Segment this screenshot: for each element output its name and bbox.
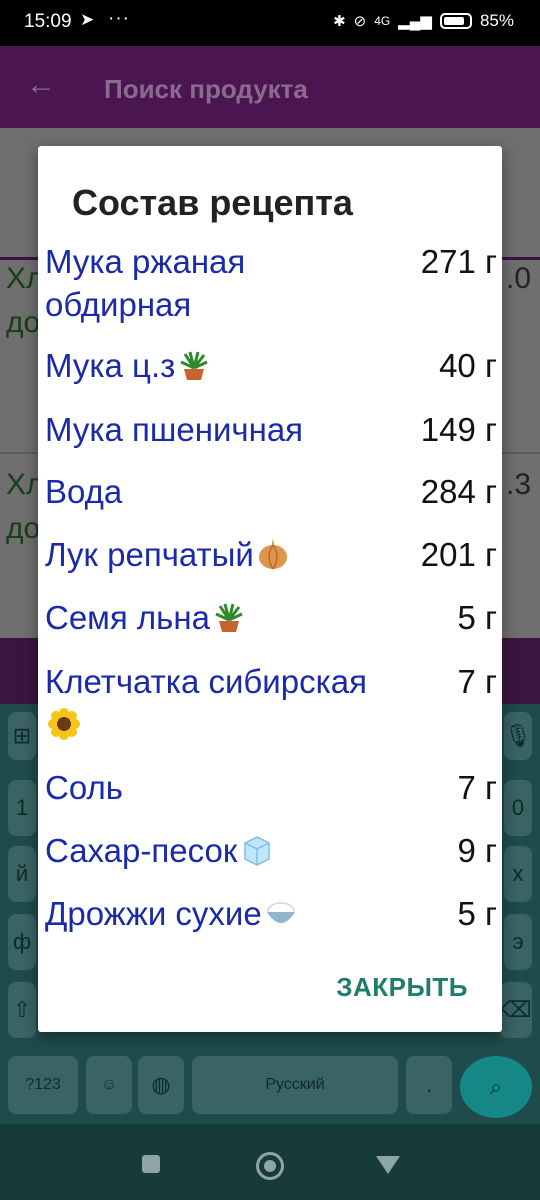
ingredient-quantity: 271 г	[420, 243, 497, 280]
ingredient-name: Мука ц.з	[45, 344, 375, 387]
back-arrow-icon[interactable]: ←	[26, 68, 56, 102]
ingredient-quantity: 7 г	[457, 663, 497, 700]
sunflower-icon	[48, 708, 80, 740]
more-notifications-icon: ···	[108, 8, 130, 29]
dialog-title: Состав рецепта	[72, 182, 353, 223]
bluetooth-icon: ✱	[333, 13, 346, 30]
result-item-value: .0	[506, 262, 532, 295]
ingredient-quantity: 5 г	[457, 599, 497, 636]
result-item-subtitle: до	[6, 512, 41, 545]
ingredient-quantity: 284 г	[420, 473, 497, 510]
ingredient-name: Семя льна	[45, 596, 375, 639]
home-icon[interactable]	[256, 1152, 284, 1180]
key[interactable]: й	[8, 846, 36, 902]
ingredient-quantity: 7 г	[457, 769, 497, 806]
onion-icon	[258, 539, 287, 570]
ingredient-quantity: 149 г	[420, 411, 497, 448]
ingredient-quantity: 40 г	[439, 347, 497, 384]
app-bar: ← Поиск продукта	[0, 46, 540, 128]
link-icon: ⊘	[353, 13, 367, 30]
result-item-value: .3	[506, 468, 532, 501]
keyboard-menu-icon[interactable]: ⊞	[8, 712, 36, 760]
ingredient-name: Мука ржаная обдирная	[45, 243, 246, 323]
globe-icon[interactable]: ◍	[138, 1056, 184, 1114]
ingredient-name: Вода	[45, 473, 123, 510]
back-icon[interactable]	[376, 1156, 400, 1174]
telegram-icon: ➤	[80, 10, 95, 29]
key[interactable]: 0	[504, 780, 532, 836]
ice-cube-icon	[244, 836, 271, 866]
potted-plant-icon	[215, 603, 243, 632]
status-time: 15:09	[24, 11, 72, 32]
potted-plant-icon	[180, 351, 208, 380]
shift-icon[interactable]: ⇧	[8, 982, 36, 1038]
rice-bowl-icon	[266, 902, 295, 923]
search-icon[interactable]: ⌕	[460, 1056, 532, 1118]
ingredient-quantity: 9 г	[457, 832, 497, 869]
ingredient-name: Дрожжи сухие	[45, 892, 375, 935]
ingredient-name: Соль	[45, 769, 123, 806]
key[interactable]: 1	[8, 780, 36, 836]
recipe-composition-dialog: Состав рецепта Мука ржаная обдирная 271 …	[38, 146, 502, 1032]
key[interactable]: х	[504, 846, 532, 902]
close-button[interactable]: ЗАКРЫТЬ	[336, 972, 468, 1003]
battery-percent: 85%	[479, 11, 514, 30]
battery-icon	[439, 13, 472, 29]
ingredient-quantity: 5 г	[457, 895, 497, 932]
page-title: Поиск продукта	[104, 74, 308, 104]
network-type: 4G	[374, 14, 391, 28]
period-key[interactable]: .	[406, 1056, 452, 1114]
backspace-icon[interactable]: ⌫	[500, 982, 532, 1038]
ingredient-name: Лук репчатый	[45, 533, 375, 576]
ingredient-name: Мука пшеничная	[45, 411, 304, 448]
ingredient-quantity: 201 г	[420, 536, 497, 573]
emoji-key[interactable]: ☺	[86, 1056, 132, 1114]
key[interactable]: э	[504, 914, 532, 970]
status-bar: 15:09 ➤ ··· ✱ ⊘ 4G ▂▄▆ 85%	[0, 0, 540, 46]
result-item-subtitle: до	[6, 306, 41, 339]
signal-icon: ▂▄▆	[398, 13, 432, 30]
ingredient-name: Сахар-песок	[45, 829, 375, 872]
key[interactable]: ф	[8, 914, 36, 970]
ingredient-name: Клетчатка сибирская	[45, 660, 375, 746]
recents-icon[interactable]	[142, 1155, 160, 1173]
space-bar[interactable]: Русский	[192, 1056, 398, 1114]
microphone-icon[interactable]: 🎙	[504, 712, 532, 760]
symbols-key[interactable]: ?123	[8, 1056, 78, 1114]
